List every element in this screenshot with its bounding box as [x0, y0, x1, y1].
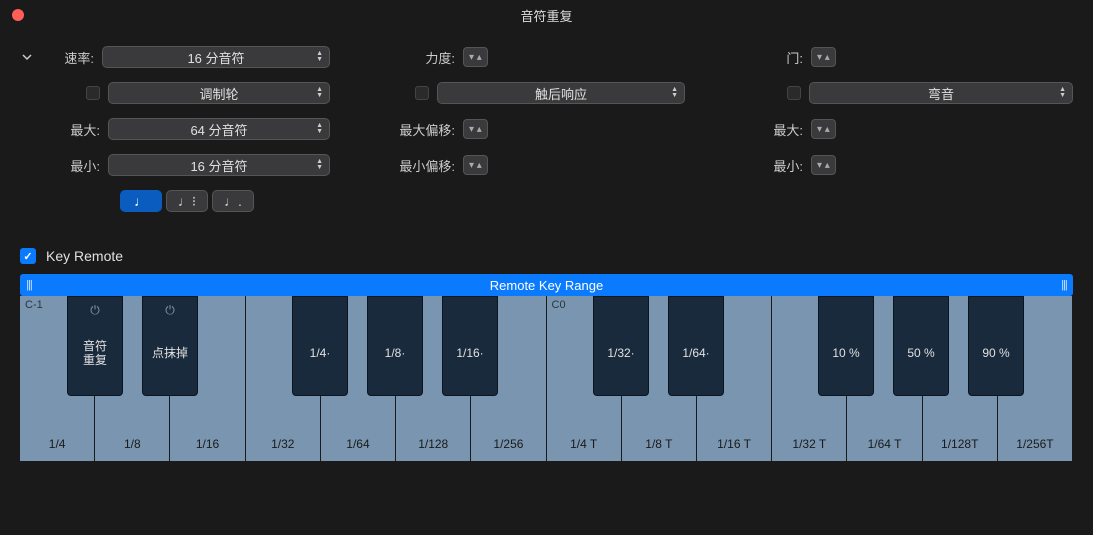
black-key-label: 音符 重复 [83, 339, 107, 368]
window-title: 音符重复 [520, 6, 572, 25]
bend-checkbox[interactable] [787, 86, 801, 100]
bend-value: 弯音 [928, 84, 954, 103]
close-button[interactable] [12, 9, 24, 21]
black-key[interactable]: 10 % [818, 296, 874, 396]
black-key[interactable]: 1/16· [442, 296, 498, 396]
gate-max-stepper[interactable]: ▾ ▴ [811, 119, 836, 139]
min-label: 最小: [20, 156, 100, 175]
velocity-column: 力度: ▾ ▴ 触后响应 ▲▼ 最大偏移: ▾ ▴ 最小偏移: ▾ ▴ [375, 45, 685, 213]
updown-icon: ▲▼ [671, 87, 678, 99]
black-key-label: 点抹掉 [152, 346, 188, 360]
key-remote-label: Key Remote [46, 248, 123, 264]
updown-icon: ▲▼ [1059, 87, 1066, 99]
rate-value: 16 分音符 [187, 48, 244, 67]
gate-min-stepper[interactable]: ▾ ▴ [811, 155, 836, 175]
black-key[interactable]: 50 % [893, 296, 949, 396]
min-value: 16 分音符 [190, 156, 247, 175]
black-key-label: 1/4· [310, 346, 331, 360]
note-triplet-button[interactable]: ♩⁝ [166, 190, 208, 212]
mod-checkbox[interactable] [86, 86, 100, 100]
gate-column: 门: ▾ ▴ 弯音 ▲▼ 最大: ▾ ▴ 最小: ▾ ▴ [763, 45, 1073, 213]
max-label: 最大: [20, 120, 100, 139]
gate-max-label: 最大: [763, 120, 803, 139]
max-value: 64 分音符 [190, 120, 247, 139]
aftertouch-select[interactable]: 触后响应 ▲▼ [437, 82, 685, 104]
updown-icon: ▲▼ [316, 51, 323, 63]
aftertouch-value: 触后响应 [535, 84, 587, 103]
black-key[interactable]: 90 % [968, 296, 1024, 396]
gate-min-label: 最小: [763, 156, 803, 175]
note-dotted-button[interactable]: ♩. [212, 190, 254, 212]
key-remote-checkbox[interactable]: ✓ [20, 248, 36, 264]
black-key[interactable]: ⏻ 点抹掉 [142, 296, 198, 396]
controls-area: 速率: 16 分音符 ▲▼ 调制轮 ▲▼ 最大: 64 分音符 ▲▼ [0, 30, 1093, 223]
remote-key-range-bar[interactable]: ||| Remote Key Range ||| [20, 274, 1073, 296]
black-key[interactable]: 1/8· [367, 296, 423, 396]
min-select[interactable]: 16 分音符 ▲▼ [108, 154, 330, 176]
black-key-label: 1/64· [682, 346, 709, 360]
mod-value: 调制轮 [199, 84, 238, 103]
note-repeat-window: 音符重复 速率: 16 分音符 ▲▼ 调制轮 ▲▼ [0, 0, 1093, 535]
min-offset-stepper[interactable]: ▾ ▴ [463, 155, 488, 175]
max-offset-stepper[interactable]: ▾ ▴ [463, 119, 488, 139]
disclosure-icon[interactable] [20, 50, 34, 64]
range-bar-label: Remote Key Range [490, 278, 603, 293]
black-key[interactable]: ⏻ 音符 重复 [67, 296, 123, 396]
updown-icon: ▲▼ [316, 159, 323, 171]
rate-column: 速率: 16 分音符 ▲▼ 调制轮 ▲▼ 最大: 64 分音符 ▲▼ [20, 45, 330, 213]
black-key-label: 50 % [907, 346, 934, 360]
titlebar: 音符重复 [0, 0, 1093, 30]
key-remote-header: ✓ Key Remote [20, 248, 1073, 264]
updown-icon: ▲▼ [316, 123, 323, 135]
bend-select[interactable]: 弯音 ▲▼ [809, 82, 1073, 104]
note-plain-button[interactable]: ♩ [120, 190, 162, 212]
aftertouch-checkbox[interactable] [415, 86, 429, 100]
black-key-label: 1/32· [607, 346, 634, 360]
rate-label: 速率: [42, 48, 94, 67]
keyboard: 1/4C-11/81/161/321/641/1281/2561/4 TC01/… [20, 296, 1073, 461]
note-label-c0: C0 [552, 299, 566, 311]
velocity-stepper[interactable]: ▾ ▴ [463, 47, 488, 67]
min-offset-label: 最小偏移: [375, 156, 455, 175]
black-key-label: 10 % [832, 346, 859, 360]
mod-select[interactable]: 调制轮 ▲▼ [108, 82, 330, 104]
black-key-label: 1/16· [456, 346, 483, 360]
updown-icon: ▲▼ [316, 87, 323, 99]
power-icon[interactable]: ⏻ [165, 303, 175, 318]
gate-label: 门: [763, 48, 803, 67]
power-icon[interactable]: ⏻ [90, 303, 100, 318]
note-label-c-1: C-1 [25, 299, 43, 311]
max-offset-label: 最大偏移: [375, 120, 455, 139]
key-remote-section: ✓ Key Remote ||| Remote Key Range ||| 1/… [0, 223, 1093, 471]
black-key[interactable]: 1/32· [593, 296, 649, 396]
max-select[interactable]: 64 分音符 ▲▼ [108, 118, 330, 140]
note-type-group: ♩ ♩⁝ ♩. [120, 190, 254, 212]
black-key[interactable]: 1/4· [292, 296, 348, 396]
rate-select[interactable]: 16 分音符 ▲▼ [102, 46, 330, 68]
black-key-label: 1/8· [385, 346, 406, 360]
velocity-label: 力度: [375, 48, 455, 67]
gate-stepper[interactable]: ▾ ▴ [811, 47, 836, 67]
black-key-label: 90 % [982, 346, 1009, 360]
range-handle-right[interactable]: ||| [1058, 274, 1070, 296]
range-handle-left[interactable]: ||| [23, 274, 35, 296]
black-key[interactable]: 1/64· [668, 296, 724, 396]
